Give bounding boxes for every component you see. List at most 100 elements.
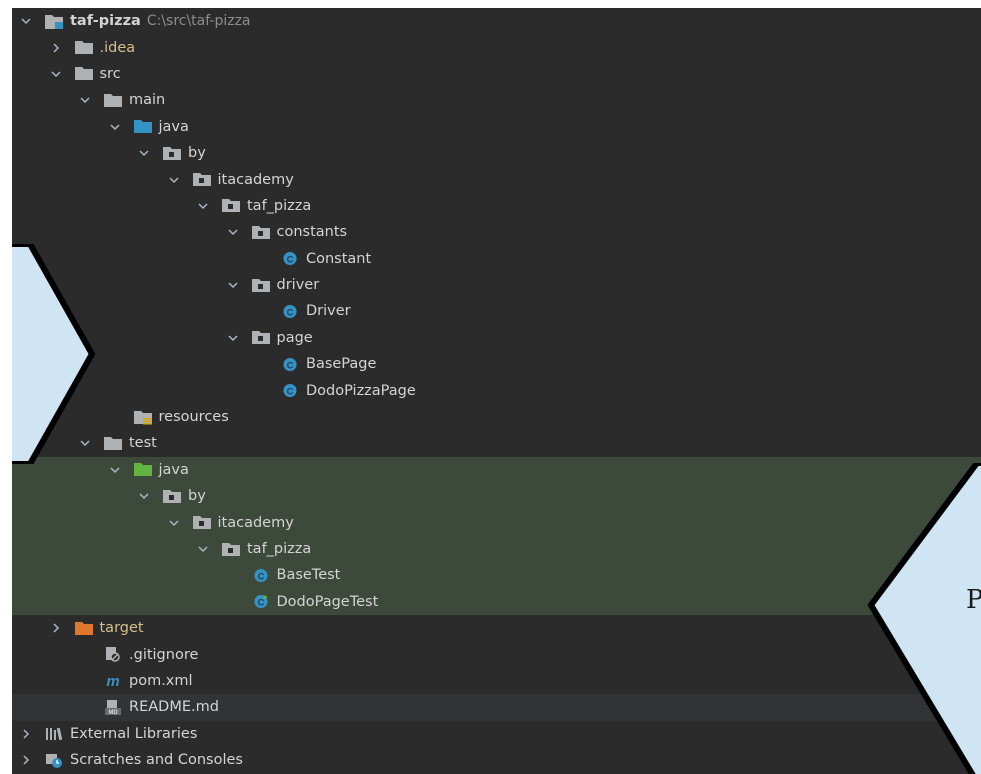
tree-item-label: DodoPageTest xyxy=(276,593,379,610)
tree-item-label: .idea xyxy=(99,39,136,56)
tree-row-taf-pizza[interactable]: taf_pizza xyxy=(12,535,981,563)
tree-row-basetest[interactable]: C BaseTest xyxy=(12,562,981,589)
tree-item-label: BaseTest xyxy=(276,567,341,584)
tree-row-pom-xml[interactable]: m pom.xml xyxy=(12,668,981,694)
tree-row-itacademy[interactable]: itacademy xyxy=(12,166,981,192)
tree-item-label: Scratches and Consoles xyxy=(70,752,243,769)
svg-text:C: C xyxy=(257,598,264,608)
tree-row-dodopizzapage[interactable]: C DodoPizzaPage xyxy=(12,377,981,403)
tree-row-page[interactable]: page xyxy=(12,325,981,351)
chevron-down-icon[interactable] xyxy=(166,515,182,531)
callout-text: P xyxy=(966,585,981,615)
svg-text:C: C xyxy=(287,386,294,396)
markdown-icon: MD xyxy=(103,699,123,715)
callout-arrow-right xyxy=(867,463,981,774)
chevron-down-icon[interactable] xyxy=(77,92,93,108)
chevron-down-icon[interactable] xyxy=(195,541,211,557)
test-class-icon: C xyxy=(251,594,271,610)
tree-item-label: constants xyxy=(276,224,348,241)
tree-item-label: main xyxy=(129,92,166,109)
tree-item-label: README.md xyxy=(129,699,219,716)
tree-row-itacademy[interactable]: itacademy xyxy=(12,509,981,536)
tree-row-scratches-and-consoles[interactable]: Scratches and Consoles xyxy=(12,747,981,773)
tree-item-label: resources xyxy=(158,409,229,426)
tree-item-label: BasePage xyxy=(306,356,377,373)
tree-item-label: Driver xyxy=(306,303,351,320)
package-icon xyxy=(221,198,241,214)
svg-text:C: C xyxy=(287,307,294,317)
chevron-down-icon[interactable] xyxy=(136,488,152,504)
tree-row-driver[interactable]: driver xyxy=(12,272,981,298)
tree-item-label: java xyxy=(158,461,189,478)
maven-icon: m xyxy=(103,673,123,689)
chevron-down-icon[interactable] xyxy=(48,66,64,82)
tree-item-label: itacademy xyxy=(217,514,294,531)
tree-row-by[interactable]: by xyxy=(12,483,981,510)
tree-row-root[interactable]: taf-pizza C:\src\taf-pizza xyxy=(12,8,981,34)
tree-row-constant[interactable]: C Constant xyxy=(12,246,981,272)
chevron-right-icon[interactable] xyxy=(18,726,34,742)
tree-item-label: by xyxy=(188,145,206,162)
class-icon: C xyxy=(280,303,300,319)
chevron-down-icon[interactable] xyxy=(225,277,241,293)
tree-item-label: itacademy xyxy=(217,171,294,188)
tree-row-gitignore[interactable]: .gitignore xyxy=(12,641,981,667)
svg-text:C: C xyxy=(257,571,264,581)
chevron-down-icon[interactable] xyxy=(18,13,34,29)
tree-row-external-libraries[interactable]: External Libraries xyxy=(12,721,981,747)
tree-row-main[interactable]: main xyxy=(12,87,981,113)
resources-folder-icon xyxy=(133,409,153,425)
chevron-right-icon[interactable] xyxy=(48,40,64,56)
gitignore-icon xyxy=(103,647,123,663)
tree-row-taf-pizza[interactable]: taf_pizza xyxy=(12,193,981,219)
chevron-down-icon[interactable] xyxy=(195,198,211,214)
tree-row-basepage[interactable]: C BasePage xyxy=(12,351,981,377)
tree-item-label: taf_pizza xyxy=(247,197,312,214)
project-tree: taf-pizza C:\src\taf-pizza .idea src main j… xyxy=(12,8,981,773)
tree-item-label: test xyxy=(129,435,157,452)
tree-item-label: External Libraries xyxy=(70,725,198,742)
tree-row-dodopagetest[interactable]: C DodoPageTest xyxy=(12,588,981,615)
svg-text:m: m xyxy=(106,673,119,688)
tree-item-label: Constant xyxy=(306,250,372,267)
tree-row-resources[interactable]: resources xyxy=(12,404,981,430)
tree-row-target[interactable]: target xyxy=(12,615,981,641)
tree-item-label: taf_pizza xyxy=(247,541,312,557)
chevron-right-icon[interactable] xyxy=(48,620,64,636)
chevron-down-icon[interactable] xyxy=(225,224,241,240)
chevron-down-icon[interactable] xyxy=(166,172,182,188)
package-icon xyxy=(162,488,182,504)
package-icon xyxy=(251,330,271,346)
tree-row-constants[interactable]: constants xyxy=(12,219,981,245)
tree-row-src[interactable]: src xyxy=(12,61,981,87)
class-icon: C xyxy=(280,383,300,399)
tree-row-by[interactable]: by xyxy=(12,140,981,166)
svg-text:C: C xyxy=(287,360,294,370)
project-tool-window: taf-pizza C:\src\taf-pizza .idea src main j… xyxy=(12,8,981,774)
tree-row-readme-md[interactable]: MD README.md xyxy=(12,694,981,721)
project-module-icon xyxy=(44,13,64,29)
tree-row-java[interactable]: java xyxy=(12,456,981,484)
package-icon xyxy=(162,145,182,161)
chevron-down-icon[interactable] xyxy=(225,330,241,346)
tree-row-test[interactable]: test xyxy=(12,430,981,456)
folder-gray-icon xyxy=(74,66,94,82)
chevron-down-icon[interactable] xyxy=(136,145,152,161)
tree-row-idea[interactable]: .idea xyxy=(12,34,981,60)
tree-row-driver[interactable]: C Driver xyxy=(12,298,981,324)
tree-item-label: driver xyxy=(276,277,320,294)
chevron-down-icon[interactable] xyxy=(107,462,123,478)
chevron-right-icon[interactable] xyxy=(18,752,34,768)
folder-gray-icon xyxy=(103,92,123,108)
class-icon: C xyxy=(251,567,271,583)
tree-row-java[interactable]: java xyxy=(12,114,981,140)
tree-item-label: target xyxy=(99,620,144,637)
tree-item-label: page xyxy=(276,329,313,346)
chevron-down-icon[interactable] xyxy=(107,119,123,135)
